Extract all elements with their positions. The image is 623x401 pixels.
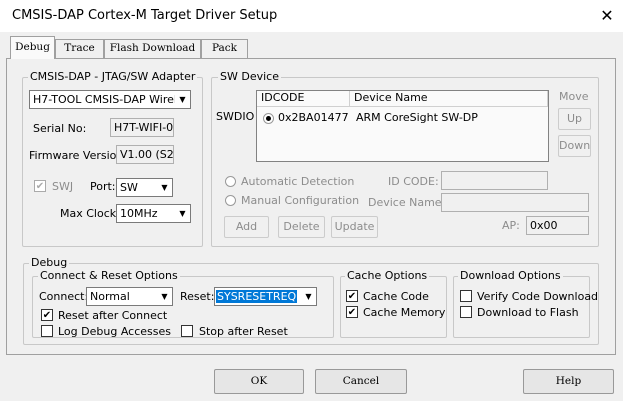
cache-memory-checkbox[interactable]: ✔ <box>346 306 358 318</box>
verify-download-checkbox[interactable] <box>460 290 472 302</box>
serial-value: H7T-WIFI-0001 <box>110 118 174 137</box>
move-label: Move <box>559 90 589 103</box>
chevron-down-icon: ▼ <box>157 179 172 196</box>
reset-label: Reset: <box>180 290 215 303</box>
reset-select-value: SYSRESETREQ <box>216 290 298 303</box>
device-name-input[interactable] <box>441 193 589 212</box>
cache-code-label: Cache Code <box>363 290 429 303</box>
manual-config-radio[interactable] <box>225 195 236 206</box>
cancel-button[interactable]: Cancel <box>315 369 407 394</box>
auto-detection-label: Automatic Detection <box>241 175 355 188</box>
add-button[interactable]: Add <box>224 216 269 238</box>
cache-code-checkbox[interactable]: ✔ <box>346 290 358 302</box>
move-down-button[interactable]: Down <box>558 135 591 157</box>
help-button[interactable]: Help <box>523 369 614 394</box>
delete-button[interactable]: Delete <box>278 216 325 238</box>
cache-memory-label: Cache Memory <box>363 306 446 319</box>
chevron-down-icon: ▼ <box>175 91 190 108</box>
device-row-radio[interactable] <box>263 113 274 124</box>
move-up-button[interactable]: Up <box>558 108 591 130</box>
device-name-label: Device Name: <box>368 196 446 209</box>
maxclock-label: Max Clock: <box>60 207 120 220</box>
column-header-device-name[interactable]: Device Name <box>350 91 548 107</box>
chevron-down-icon: ▼ <box>175 205 190 222</box>
log-debug-checkbox[interactable] <box>41 325 53 337</box>
port-select[interactable]: SW ▼ <box>116 178 173 197</box>
tab-debug[interactable]: Debug <box>10 36 55 59</box>
window-title: CMSIS-DAP Cortex-M Target Driver Setup <box>12 8 278 23</box>
tab-pack[interactable]: Pack <box>201 39 248 58</box>
chevron-down-icon: ▼ <box>301 288 316 305</box>
chevron-down-icon: ▼ <box>157 288 172 305</box>
device-row-name[interactable]: ARM CoreSight SW-DP <box>356 111 478 125</box>
connect-label: Connect: <box>39 290 89 303</box>
port-select-value: SW <box>120 181 138 194</box>
verify-download-label: Verify Code Download <box>477 290 599 303</box>
download-group-label: Download Options <box>458 269 563 282</box>
adapter-select[interactable]: H7-TOOL CMSIS-DAP Wirele ▼ <box>29 90 191 109</box>
maxclock-select-value: 10MHz <box>120 207 158 220</box>
reset-after-connect-label: Reset after Connect <box>58 309 168 322</box>
stop-after-reset-checkbox[interactable] <box>181 325 193 337</box>
firmware-value: V1.00 (S2) <box>116 145 174 164</box>
maxclock-select[interactable]: 10MHz ▼ <box>116 204 191 223</box>
update-button[interactable]: Update <box>331 216 378 238</box>
device-row-idcode[interactable]: 0x2BA01477 <box>278 111 349 125</box>
port-label: Port: <box>90 180 116 193</box>
reset-select[interactable]: SYSRESETREQ ▼ <box>214 287 317 306</box>
serial-label: Serial No: <box>33 122 87 135</box>
log-debug-label: Log Debug Accesses <box>58 325 171 338</box>
auto-detection-radio[interactable] <box>225 176 236 187</box>
firmware-label: Firmware Version: <box>29 149 128 162</box>
connect-reset-group-label: Connect & Reset Options <box>38 269 180 282</box>
adapter-group-label: CMSIS-DAP - JTAG/SW Adapter <box>28 70 198 83</box>
ap-label: AP: <box>502 219 520 232</box>
swj-label: SWJ <box>52 180 74 193</box>
manual-config-label: Manual Configuration <box>241 194 360 207</box>
swj-checkbox[interactable]: ✔ <box>34 180 46 192</box>
column-header-idcode[interactable]: IDCODE <box>257 91 350 107</box>
cache-group-label: Cache Options <box>345 269 430 282</box>
id-code-input[interactable] <box>441 171 548 190</box>
close-icon[interactable]: ✕ <box>596 6 618 26</box>
connect-select-value: Normal <box>90 290 130 303</box>
debug-group-label: Debug <box>29 256 70 269</box>
tab-flash-download[interactable]: Flash Download <box>104 39 201 58</box>
id-code-label: ID CODE: <box>388 175 439 188</box>
connect-select[interactable]: Normal ▼ <box>86 287 173 306</box>
reset-after-connect-checkbox[interactable]: ✔ <box>41 309 53 321</box>
sw-device-group-label: SW Device <box>218 70 281 83</box>
download-to-flash-label: Download to Flash <box>477 306 579 319</box>
stop-after-reset-label: Stop after Reset <box>199 325 288 338</box>
adapter-select-value: H7-TOOL CMSIS-DAP Wirele <box>33 93 184 106</box>
ap-input[interactable]: 0x00 <box>526 216 589 235</box>
download-to-flash-checkbox[interactable] <box>460 306 472 318</box>
swdio-label: SWDIO <box>216 110 255 123</box>
ok-button[interactable]: OK <box>214 369 304 394</box>
tab-trace[interactable]: Trace <box>55 39 104 58</box>
